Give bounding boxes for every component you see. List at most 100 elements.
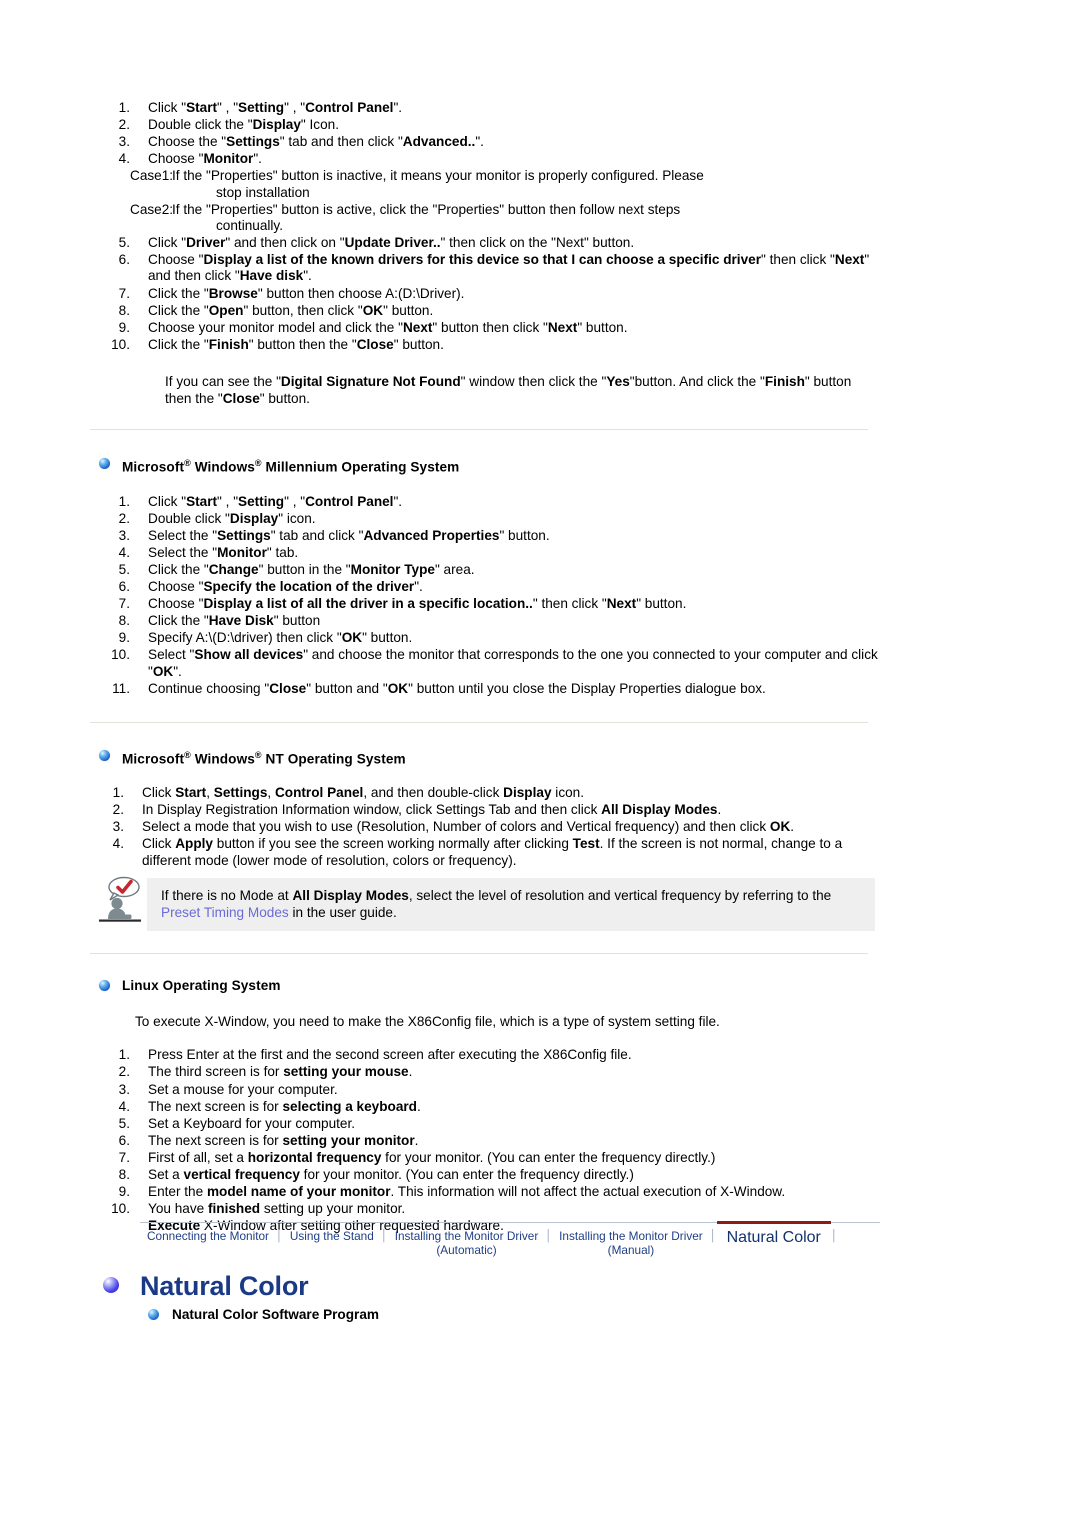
preset-timing-modes-link[interactable]: Preset Timing Modes (161, 905, 289, 920)
text-run: in the user guide. (288, 905, 397, 921)
nav-item-natural-color[interactable]: Natural Color (717, 1229, 831, 1247)
case1-line1: If the "Properties" button is inactive, … (172, 168, 704, 184)
nav-item-installing-the-monitor-driver[interactable]: Installing the Monitor Driver (Manual) (552, 1229, 710, 1257)
step-number: 5. (118, 1115, 130, 1131)
step-item: 3. Select a mode that you wish to use (Re… (90, 819, 880, 836)
text-run: " button then click " (432, 319, 548, 335)
bullet-sphere-icon (99, 458, 110, 470)
step-text: Choose your monitor model and click the … (148, 320, 628, 335)
step-item: 8. Click the "Have Disk" button (90, 613, 880, 630)
emphasis-text: Specify the location of the driver (203, 579, 415, 595)
heading-linux: Linux Operating System (90, 977, 880, 994)
step-text: Click Apply button if you see the screen… (142, 836, 842, 868)
nav-separator: │ (275, 1230, 283, 1242)
emphasis-text: horizontal frequency (247, 1149, 382, 1165)
step-number: 9. (118, 630, 130, 646)
text-run: " then click " (532, 596, 607, 612)
step-text: Set a vertical frequency for your monito… (148, 1167, 634, 1182)
nav-item-using-the-stand[interactable]: Using the Stand (283, 1229, 381, 1243)
heading-windows-millennium: Microsoft® Windows® Millennium Operating… (90, 455, 880, 476)
text-run: Choose " (148, 579, 204, 595)
emphasis-text: Start (186, 100, 218, 115)
emphasis-text: Start (175, 784, 207, 800)
step-item: 4. Choose "Monitor". (90, 151, 880, 168)
step-text: Click "Start" , "Setting" , "Control Pan… (148, 100, 402, 115)
step-text: Choose "Monitor". (148, 151, 262, 166)
emphasis-text: Control Panel (305, 100, 394, 115)
step-number: 11. (112, 681, 130, 697)
step-number: 4. (112, 836, 124, 852)
text-run: Set a (148, 1167, 184, 1182)
text-run: . (414, 1132, 419, 1148)
emphasis-text: model name of your monitor (206, 1184, 391, 1200)
heading-text-windows: Windows (190, 751, 255, 767)
emphasis-text: OK (769, 818, 791, 834)
step-number: 2. (118, 1064, 130, 1080)
text-run: Select the " (148, 527, 218, 543)
registered-mark-icon-2: ® (254, 458, 262, 469)
step-item: 3. Set a mouse for your computer. (90, 1082, 880, 1099)
nav-item-connecting-the-monitor[interactable]: Connecting the Monitor (140, 1229, 276, 1243)
page-title-block: Natural Color Natural Color Software Pro… (96, 1270, 379, 1322)
heading-text-os: Millennium Operating System (261, 459, 460, 475)
emphasis-text: Digital Signature Not Found (280, 373, 461, 389)
step-text: Click the "Finish" button then the "Clos… (148, 337, 444, 352)
emphasis-text: Change (208, 562, 259, 577)
nav-separator: │ (830, 1230, 838, 1242)
step-number: 10. (111, 1201, 130, 1217)
text-run: " button. (577, 319, 628, 335)
emphasis-text: setting your monitor (282, 1132, 415, 1148)
registered-mark-icon-2: ® (254, 750, 262, 761)
page-title: Natural Color (140, 1271, 309, 1301)
step-text: Click the "Change" button in the "Monito… (148, 562, 475, 577)
emphasis-text: OK (341, 630, 363, 646)
text-run: . (408, 1064, 413, 1080)
text-run: Click " (148, 100, 187, 115)
nav-separator: │ (709, 1230, 717, 1242)
step-item: 4. The next screen is for selecting a key… (90, 1099, 880, 1116)
text-run: Choose " (148, 251, 204, 267)
step-number: 1. (118, 100, 130, 115)
step-item: 9. Specify A:\(D:\driver) then click "OK"… (90, 630, 880, 647)
step-item: 8. Set a vertical frequency for your moni… (90, 1167, 880, 1184)
text-run: Choose your monitor model and click the … (148, 319, 403, 335)
text-run: Click the " (148, 285, 209, 301)
text-run: Click " (148, 493, 187, 509)
emphasis-text: Display (229, 510, 279, 526)
step-item: 7. Choose "Display a list of all the driv… (90, 596, 880, 613)
step-number: 2. (112, 801, 124, 817)
step-text: Click "Start" , "Setting" , "Control Pan… (148, 494, 402, 509)
step-item: 7. Click the "Browse" button then choose … (90, 286, 880, 303)
document-content: 1. Click "Start" , "Setting" , "Control P… (90, 0, 880, 1235)
nav-item-installing-the-monitor-driver[interactable]: Installing the Monitor Driver (Automatic… (388, 1229, 546, 1257)
navigation-tab-strip: Connecting the Monitor │ Using the Stand │ I… (140, 1221, 880, 1257)
emphasis-text: Control Panel (305, 493, 394, 509)
emphasis-text: Advanced.. (402, 134, 476, 150)
text-run: Click the " (148, 562, 209, 577)
step-number: 3. (112, 818, 124, 834)
step-number: 6. (118, 579, 130, 595)
step-item: 2. Double click the "Display" Icon. (90, 117, 880, 134)
step-text: Press Enter at the first and the second … (148, 1047, 632, 1062)
text-run: The next screen is for (148, 1098, 283, 1114)
step-number: 8. (118, 613, 130, 629)
text-run: ". (173, 664, 182, 680)
emphasis-text: Advanced Properties (363, 527, 500, 543)
text-run: " tab. (266, 544, 299, 560)
text-run: The next screen is for (148, 1132, 283, 1148)
step-item: 3. Choose the "Settings" tab and then cli… (90, 134, 880, 151)
emphasis-text: Have disk (239, 268, 304, 284)
step-number: 6. (118, 1132, 130, 1148)
case2-line1: If the "Properties" button is active, cl… (172, 201, 681, 217)
text-run: " button and " (306, 681, 388, 697)
win2000-digital-signature-note: If you can see the "Digital Signature No… (90, 374, 880, 407)
step-text: The third screen is for setting your mou… (148, 1064, 412, 1079)
text-run: ". (253, 151, 262, 167)
text-run: " icon. (278, 510, 316, 526)
heading-text-os: NT Operating System (261, 751, 406, 767)
step-text: First of all, set a horizontal frequency… (148, 1150, 715, 1165)
step-item: 6. The next screen is for setting your mo… (90, 1133, 880, 1150)
emphasis-text: Display a list of all the driver in a sp… (203, 596, 533, 612)
active-tab-indicator (717, 1221, 831, 1224)
emphasis-text: All Display Modes (601, 801, 718, 817)
